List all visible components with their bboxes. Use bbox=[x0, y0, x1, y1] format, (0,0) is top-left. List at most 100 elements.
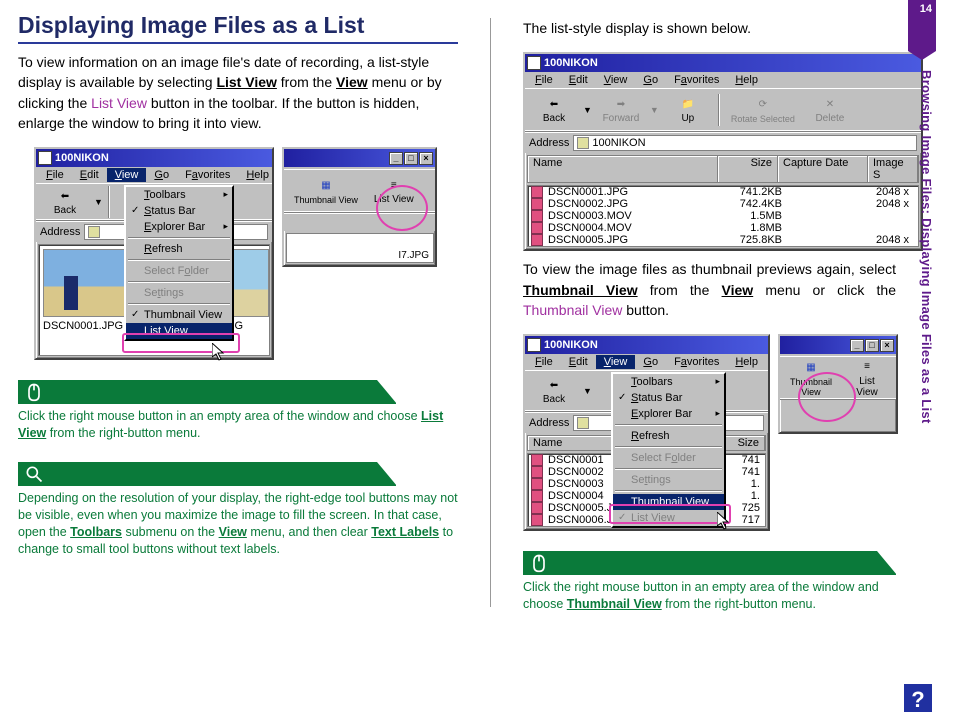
list-headers: Name Size Capture Date Image S bbox=[527, 155, 919, 183]
menu-help[interactable]: Help bbox=[727, 73, 766, 87]
titlebar: 100NIKON bbox=[525, 54, 921, 72]
list-view-menuitem-ref: List View bbox=[216, 74, 276, 90]
titlebar: _ □ × bbox=[284, 149, 435, 167]
menu-go[interactable]: Go bbox=[635, 355, 666, 369]
window-icon bbox=[527, 338, 541, 352]
menu-help[interactable]: Help bbox=[727, 355, 766, 369]
file-icon bbox=[531, 222, 543, 234]
listview-icon: ≡ bbox=[385, 177, 403, 193]
frag-thumb-label: I7.JPG bbox=[286, 233, 434, 263]
back-icon: ⬅ bbox=[545, 377, 563, 393]
explorer-window-fragment: _ □ × ▦ Thumbnail View ≡ List View bbox=[282, 147, 437, 267]
menu-help[interactable]: Help bbox=[238, 168, 277, 182]
dropdown-explorerbar[interactable]: Explorer Bar bbox=[126, 219, 232, 235]
menubar: File Edit View Go Favorites Help bbox=[525, 354, 768, 370]
menu-file[interactable]: File bbox=[527, 355, 561, 369]
dropdown-explorerbar[interactable]: Explorer Bar bbox=[613, 406, 724, 422]
window-title: 100NIKON bbox=[544, 57, 598, 69]
list-row[interactable]: DSCN0005.JPG725.8KB2048 x bbox=[528, 234, 918, 246]
menu-favorites[interactable]: Favorites bbox=[666, 73, 727, 87]
menu-file[interactable]: File bbox=[527, 73, 561, 87]
folder-icon bbox=[577, 137, 589, 149]
dropdown-statusbar[interactable]: Status Bar bbox=[126, 203, 232, 219]
folder-icon bbox=[577, 417, 589, 429]
header-size[interactable]: Size bbox=[718, 156, 778, 182]
close-button[interactable]: × bbox=[880, 339, 894, 352]
back-button[interactable]: ⬅Back bbox=[529, 375, 579, 407]
address-field[interactable]: 100NIKON bbox=[573, 135, 917, 151]
list-row[interactable]: DSCN0001.JPG741.2KB2048 x bbox=[528, 186, 918, 198]
rotate-icon: ⟳ bbox=[754, 97, 772, 113]
list-view-button[interactable]: ≡ List View bbox=[368, 175, 420, 207]
view-menu-ref: View bbox=[336, 74, 368, 90]
file-icon bbox=[531, 490, 543, 502]
listview-icon: ≡ bbox=[858, 359, 876, 375]
explorer-window-left: 100NIKON File Edit View Go Favorites Hel… bbox=[34, 147, 274, 360]
dropdown-toolbars[interactable]: Toolbars bbox=[126, 187, 232, 203]
column-divider bbox=[490, 18, 491, 607]
folder-icon bbox=[88, 226, 100, 238]
up-button[interactable]: 📁Up bbox=[663, 94, 713, 126]
dropdown-settings: Settings bbox=[613, 472, 724, 488]
dropdown-thumbnailview[interactable]: Thumbnail View bbox=[613, 494, 724, 510]
menu-view[interactable]: View bbox=[107, 168, 147, 182]
tip-2-text: Depending on the resolution of your disp… bbox=[18, 490, 458, 558]
menu-view[interactable]: View bbox=[596, 73, 636, 87]
delete-button: ✕Delete bbox=[805, 94, 855, 126]
thumbnail-view-button[interactable]: ▦ Thumbnail View bbox=[288, 176, 364, 207]
dropdown-thumbnailview[interactable]: Thumbnail View bbox=[126, 307, 232, 323]
file-icon bbox=[531, 210, 543, 222]
minimize-button[interactable]: _ bbox=[389, 152, 403, 165]
up-icon: 📁 bbox=[679, 96, 697, 112]
back-button[interactable]: ⬅Back bbox=[529, 94, 579, 126]
list-row[interactable]: DSCN0004.MOV1.8MB bbox=[528, 222, 918, 234]
dropdown-refresh[interactable]: Refresh bbox=[126, 241, 232, 257]
thumbnail-icon: ▦ bbox=[802, 360, 820, 376]
titlebar: _ □ × bbox=[780, 336, 896, 354]
menu-edit[interactable]: Edit bbox=[561, 73, 596, 87]
thumbnail-view-button[interactable]: ▦ Thumbnail View bbox=[784, 358, 838, 399]
toolbar-separator bbox=[108, 186, 110, 218]
menubar: File Edit View Go Favorites Help bbox=[36, 167, 272, 183]
page-number: 14 bbox=[920, 3, 932, 15]
mouse-icon bbox=[529, 553, 549, 573]
file-icon bbox=[531, 186, 543, 198]
right-intro: The list-style display is shown below. bbox=[523, 18, 896, 38]
delete-icon: ✕ bbox=[821, 96, 839, 112]
menu-favorites[interactable]: Favorites bbox=[666, 355, 727, 369]
tip-bar-1 bbox=[18, 380, 396, 404]
close-button[interactable]: × bbox=[419, 152, 433, 165]
menubar: File Edit View Go Favorites Help bbox=[525, 72, 921, 88]
maximize-button[interactable]: □ bbox=[865, 339, 879, 352]
dropdown-listview[interactable]: List View bbox=[613, 510, 724, 526]
header-name[interactable]: Name bbox=[528, 156, 718, 182]
view-dropdown: Toolbars Status Bar Explorer Bar Refresh… bbox=[124, 185, 234, 341]
menu-go[interactable]: Go bbox=[146, 168, 177, 182]
mouse-icon bbox=[24, 382, 44, 402]
dropdown-listview[interactable]: List View bbox=[126, 323, 232, 339]
file-icon bbox=[531, 454, 543, 466]
list-view-button[interactable]: ≡ List View bbox=[842, 357, 892, 400]
dropdown-refresh[interactable]: Refresh bbox=[613, 428, 724, 444]
window-icon bbox=[38, 151, 52, 165]
file-icon bbox=[531, 514, 543, 526]
menu-edit[interactable]: Edit bbox=[72, 168, 107, 182]
rotate-button: ⟳Rotate Selected bbox=[725, 95, 801, 126]
menu-edit[interactable]: Edit bbox=[561, 355, 596, 369]
maximize-button[interactable]: □ bbox=[404, 152, 418, 165]
help-badge[interactable]: ? bbox=[904, 684, 932, 712]
header-capture[interactable]: Capture Date bbox=[778, 156, 868, 182]
toolbar-frag: ▦ Thumbnail View ≡ List View bbox=[284, 169, 435, 213]
menu-go[interactable]: Go bbox=[635, 73, 666, 87]
list-row[interactable]: DSCN0002.JPG742.4KB2048 x bbox=[528, 198, 918, 210]
menu-favorites[interactable]: Favorites bbox=[177, 168, 238, 182]
minimize-button[interactable]: _ bbox=[850, 339, 864, 352]
dropdown-toolbars[interactable]: Toolbars bbox=[613, 374, 724, 390]
dropdown-statusbar[interactable]: Status Bar bbox=[613, 390, 724, 406]
menu-file[interactable]: File bbox=[38, 168, 72, 182]
address-label: Address bbox=[40, 226, 80, 238]
list-row[interactable]: DSCN0003.MOV1.5MB bbox=[528, 210, 918, 222]
back-button[interactable]: ⬅ Back bbox=[40, 186, 90, 218]
menu-view[interactable]: View bbox=[596, 355, 636, 369]
thumbnail-icon: ▦ bbox=[317, 178, 335, 194]
